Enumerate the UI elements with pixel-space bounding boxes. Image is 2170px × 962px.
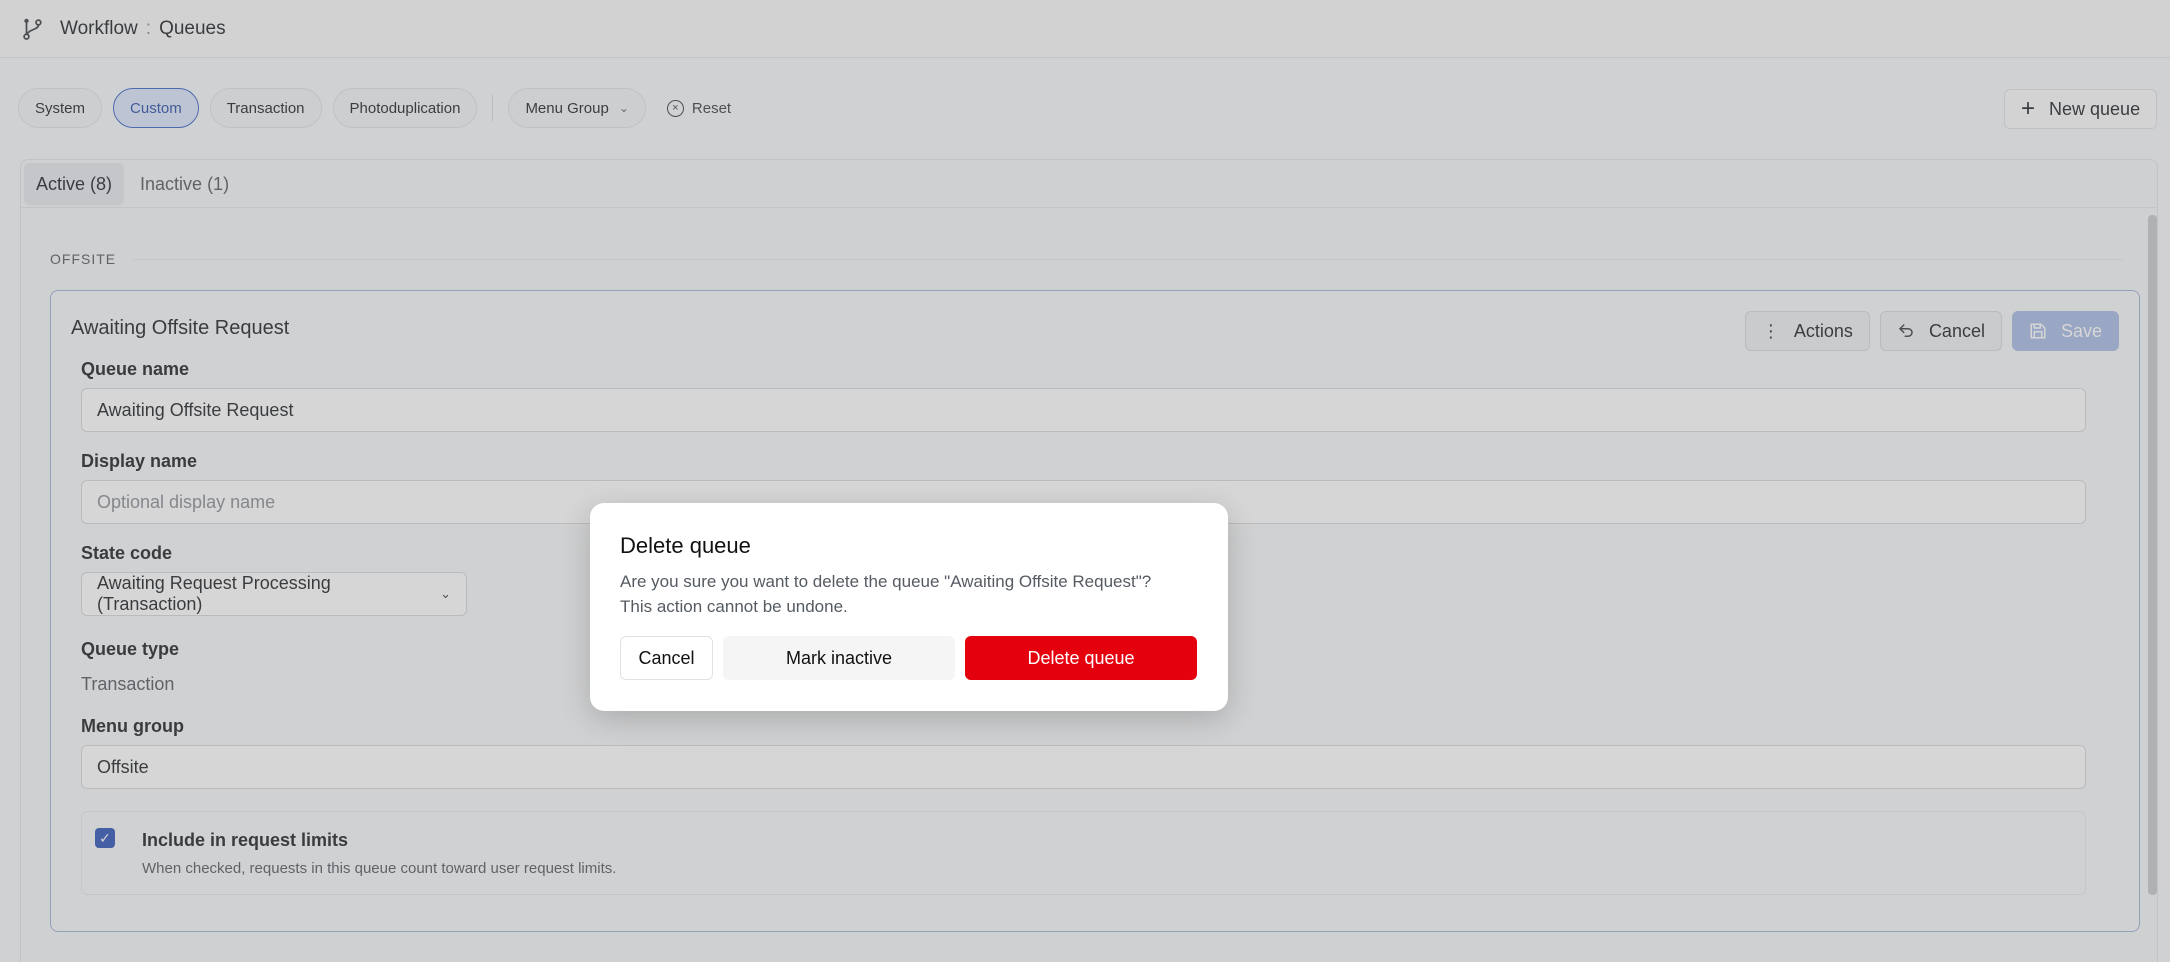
- queues-page: Workflow : Queues System Custom Transact…: [0, 0, 2170, 962]
- mark-inactive-button[interactable]: Mark inactive: [723, 636, 955, 680]
- delete-queue-dialog: Delete queue Are you sure you want to de…: [590, 503, 1228, 711]
- dialog-title: Delete queue: [620, 533, 751, 558]
- dialog-cancel-button[interactable]: Cancel: [620, 636, 713, 680]
- dialog-message-line-1: Are you sure you want to delete the queu…: [620, 572, 1152, 591]
- dialog-buttons: Cancel Mark inactive Delete queue: [620, 636, 1197, 680]
- dialog-message: Are you sure you want to delete the queu…: [620, 569, 1200, 619]
- delete-queue-button[interactable]: Delete queue: [965, 636, 1197, 680]
- dialog-message-line-2: This action cannot be undone.: [620, 597, 848, 616]
- modal-backdrop[interactable]: [0, 0, 2170, 962]
